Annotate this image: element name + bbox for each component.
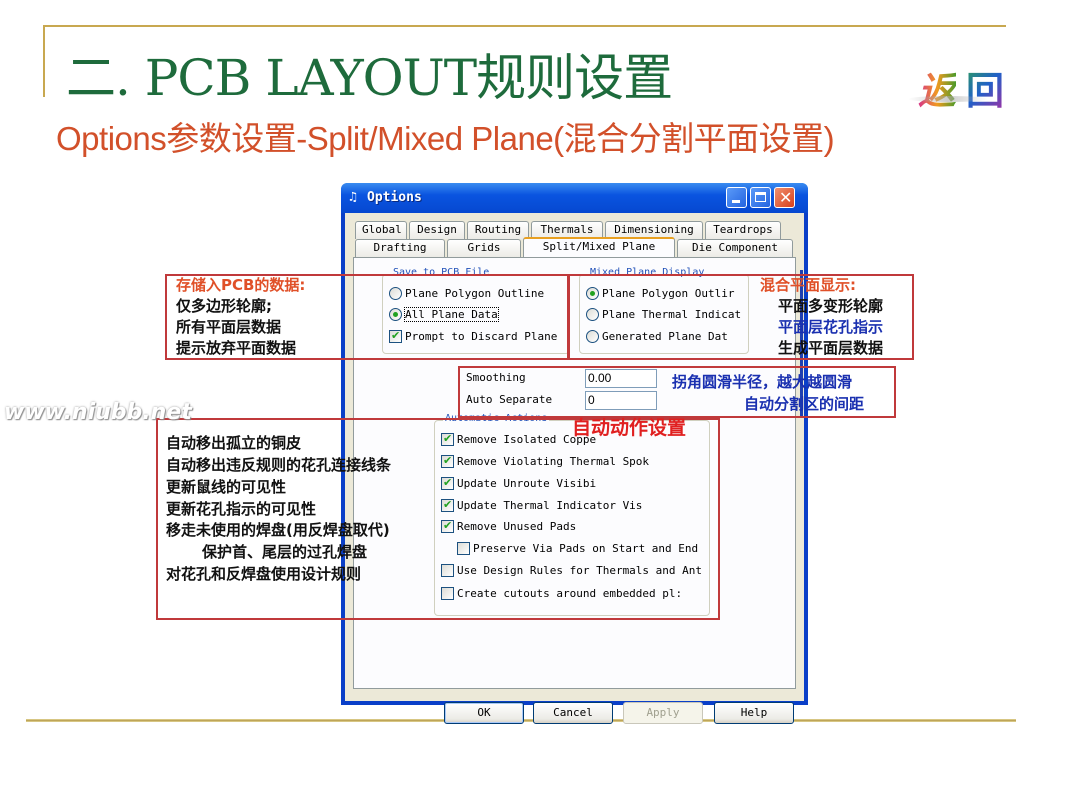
app-icon: ♫ — [349, 190, 357, 205]
close-icon: ✕ — [779, 188, 793, 207]
help-button[interactable]: Help — [714, 702, 794, 724]
action-note-6: 保护首、尾层的过孔焊盘 — [202, 543, 368, 561]
back-logo-shadow — [908, 96, 988, 102]
action-note-2: 自动移出违反规则的花孔连接线条 — [166, 456, 392, 474]
tab-die-component[interactable]: Die Component — [677, 239, 793, 257]
back-char-1: 返 — [918, 60, 956, 115]
auto-separate-note: 自动分割区的间距 — [744, 395, 865, 413]
title-bar[interactable]: ♫ Options ✕ — [341, 183, 808, 213]
slide-title: 二. PCB LAYOUT规则设置 — [66, 49, 673, 107]
slide-frame-top — [43, 25, 1006, 27]
tab-grids[interactable]: Grids — [447, 239, 521, 257]
cancel-button[interactable]: Cancel — [533, 702, 613, 724]
tab-row-2: Drafting Grids Split/Mixed Plane Die Com… — [355, 237, 795, 257]
save-note-1: 仅多边形轮廓; — [176, 297, 272, 315]
close-button[interactable]: ✕ — [774, 187, 795, 208]
tab-split-mixed-plane[interactable]: Split/Mixed Plane — [523, 237, 675, 257]
action-note-4: 更新花孔指示的可见性 — [166, 500, 317, 518]
watermark: www.niubb.net — [4, 400, 192, 425]
action-note-1: 自动移出孤立的铜皮 — [166, 434, 302, 452]
back-button[interactable]: 返 回 — [908, 58, 1013, 113]
back-char-2: 回 — [966, 60, 1004, 115]
smoothing-note: 拐角圆滑半径，越大越圆滑 — [672, 373, 853, 391]
apply-button[interactable]: Apply — [623, 702, 703, 724]
display-note-2: 平面层花孔指示 — [778, 318, 884, 336]
maximize-icon — [755, 192, 766, 202]
actions-heading: 自动动作设置 — [572, 417, 687, 439]
action-note-7: 对花孔和反焊盘使用设计规则 — [166, 565, 362, 583]
action-note-3: 更新鼠线的可见性 — [166, 478, 287, 496]
tab-drafting[interactable]: Drafting — [355, 239, 445, 257]
display-note-3: 生成平面层数据 — [778, 339, 884, 357]
save-notes-heading: 存储入PCB的数据: — [176, 276, 306, 294]
slide-subtitle: Options参数设置-Split/Mixed Plane(混合分割平面设置) — [56, 120, 835, 157]
tab-routing[interactable]: Routing — [467, 221, 529, 239]
minimize-icon — [732, 200, 740, 203]
display-note-1: 平面多变形轮廓 — [778, 297, 884, 315]
tab-teardrops[interactable]: Teardrops — [705, 221, 781, 239]
window-title: Options — [367, 190, 422, 205]
slide-frame-left — [43, 25, 45, 97]
maximize-button[interactable] — [750, 187, 771, 208]
display-notes-heading: 混合平面显示: — [760, 276, 856, 294]
tab-global[interactable]: Global — [355, 221, 407, 239]
tab-design[interactable]: Design — [409, 221, 465, 239]
minimize-button[interactable] — [726, 187, 747, 208]
action-note-5: 移走未使用的焊盘(用反焊盘取代) — [166, 521, 390, 539]
save-note-2: 所有平面层数据 — [176, 318, 282, 336]
save-note-3: 提示放弃平面数据 — [176, 339, 297, 357]
ok-button[interactable]: OK — [444, 702, 524, 724]
